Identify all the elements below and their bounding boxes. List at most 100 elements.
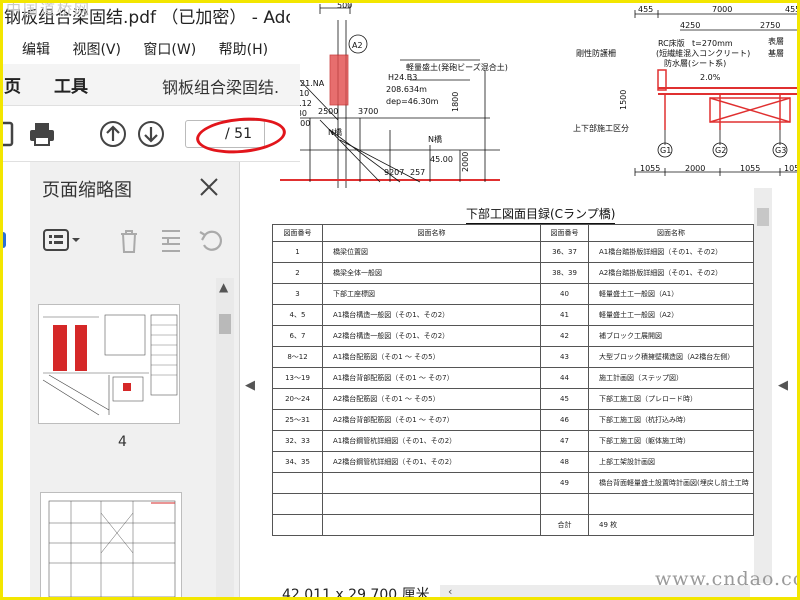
table-row: 34、35 A2橋台鋼管杭詳細図（その1、その2） 48 上部工架設計画図	[272, 451, 754, 473]
drawing-label: 500	[337, 1, 352, 10]
table-cell: A1橋台背部配筋図（その1 ～ その7）	[322, 367, 541, 389]
table-cell: 上部工架設計画図	[588, 451, 754, 473]
table-cell: 合計	[540, 514, 589, 536]
table-cell: 41	[540, 304, 589, 326]
column-header: 図面名称	[322, 224, 541, 242]
scroll-left-arrow-icon[interactable]: ‹	[448, 585, 452, 598]
drawing-label: 455	[785, 5, 800, 14]
thumbnail-options-icon[interactable]	[42, 226, 80, 256]
table-cell	[272, 514, 323, 536]
tab-document[interactable]: 钢板组合梁固结.	[162, 74, 279, 98]
drawing-label: 1055	[784, 164, 800, 173]
menu-item-window[interactable]: 窗口(W)	[143, 36, 196, 64]
table-row: 2 橋梁全体一般図 38、39 A2橋台踏掛版詳細図（その1、その2）	[272, 262, 754, 284]
tab-home[interactable]: 页	[4, 72, 21, 97]
table-cell: 3	[272, 283, 323, 305]
table-cell: 2	[272, 262, 323, 284]
table-row: 1 橋梁位置図 36、37 A1橋台踏掛版詳細図（その1、その2）	[272, 241, 754, 263]
table-cell: 大型ブロック積擁壁構造図（A2橋台左側）	[588, 346, 754, 368]
table-cell: A1橋台配筋図（その1 ～ その5）	[322, 346, 541, 368]
table-cell: 下部工施工図（躯体施工時）	[588, 430, 754, 452]
drawing-label: 9207	[384, 168, 404, 177]
table-cell: 47	[540, 430, 589, 452]
drawing-label: t=270mm	[692, 39, 733, 48]
tab-tools[interactable]: 工具	[54, 72, 88, 97]
scroll-thumb[interactable]	[757, 208, 769, 226]
drawing-label: 45.00	[430, 155, 453, 164]
drawing-label: 7000	[712, 5, 732, 14]
table-cell: 36、37	[540, 241, 589, 263]
table-cell: 20～24	[272, 388, 323, 410]
print-icon[interactable]	[27, 119, 57, 149]
table-cell: 6、7	[272, 325, 323, 347]
next-page-icon[interactable]	[136, 119, 166, 149]
sheet-title: 下部工図面目録(Cランプ橋)	[466, 205, 616, 224]
table-cell: 45	[540, 388, 589, 410]
drawing-label: 1055	[740, 164, 760, 173]
menu-item-edit[interactable]: 编辑	[22, 36, 50, 64]
table-cell: 43	[540, 346, 589, 368]
drawing-label: 剛性防護柵	[576, 48, 616, 58]
panel-indicator	[0, 232, 6, 248]
drawing-label: 3700	[358, 107, 378, 116]
page-thumbnail-4[interactable]	[38, 304, 180, 424]
table-cell: 13～19	[272, 367, 323, 389]
document-vertical-scrollbar[interactable]	[754, 188, 772, 583]
table-cell: 橋台背面軽量盛土設置時計画図(埋戻し前土工時	[588, 472, 754, 494]
table-cell: 42	[540, 325, 589, 347]
drawing-label: 257	[410, 168, 425, 177]
table-cell: A2橋台構造一般図（その1、その2）	[322, 325, 541, 347]
thumbnail-drawing	[48, 500, 176, 598]
table-cell	[322, 493, 541, 515]
drawing-label: 2000	[461, 152, 470, 172]
drawing-label: 1500	[619, 90, 628, 110]
watermark-bottom: www.cndao.com	[655, 568, 800, 590]
table-cell: 軽量盛土工一般図（A1）	[588, 283, 754, 305]
table-cell: A2橋台背部配筋図（その1 ～ その7）	[322, 409, 541, 431]
thumbnail-drawing	[42, 314, 178, 416]
page-thumbnail-5[interactable]	[40, 492, 182, 600]
table-cell	[272, 493, 323, 515]
drawing-label: 2.0%	[700, 73, 721, 82]
extract-pages-icon[interactable]	[156, 226, 186, 256]
save-icon[interactable]	[0, 119, 16, 149]
previous-page-arrow-icon[interactable]: ◀	[245, 378, 255, 393]
table-row	[272, 493, 754, 515]
table-cell: 44	[540, 367, 589, 389]
table-cell	[322, 472, 541, 494]
structural-drawing: 500 A2 H21.NA 210 3.12 3.080 1000 2500 3…	[280, 1, 800, 188]
table-cell: 46	[540, 409, 589, 431]
table-cell	[272, 472, 323, 494]
thumbnail-page-label: 4	[118, 434, 127, 450]
thumbnails-scrollbar[interactable]: ▲	[216, 278, 234, 600]
table-cell: 軽量盛土工一般図（A2）	[588, 304, 754, 326]
drawing-label: RC床版	[658, 38, 685, 48]
menu-bar: 编辑 视图(V) 窗口(W) 帮助(H)	[0, 36, 290, 64]
next-page-arrow-icon[interactable]: ◀	[778, 378, 788, 393]
table-row: 6、7 A2橋台構造一般図（その1、その2） 42 補ブロック工展開図	[272, 325, 754, 347]
delete-icon[interactable]	[114, 226, 144, 256]
close-icon[interactable]	[198, 176, 220, 198]
table-cell: 49	[540, 472, 589, 494]
scroll-up-arrow-icon[interactable]: ▲	[219, 280, 228, 294]
table-row: 8～12 A1橋台配筋図（その1 ～ その5） 43 大型ブロック積擁壁構造図（A2橋…	[272, 346, 754, 368]
previous-page-icon[interactable]	[98, 119, 128, 149]
table-cell: 49 枚	[588, 514, 754, 536]
menu-item-view[interactable]: 视图(V)	[72, 36, 121, 64]
drawing-label: dep=46.30m	[386, 97, 439, 106]
table-cell: 下部工施工図（杭打込み時）	[588, 409, 754, 431]
rotate-icon[interactable]	[196, 226, 226, 256]
table-cell: A2橋台配筋図（その1 ～ その5）	[322, 388, 541, 410]
scroll-thumb[interactable]	[219, 314, 231, 334]
table-cell: A2橋台踏掛版詳細図（その1、その2）	[588, 262, 754, 284]
drawing-label: (短繊維混入コンクリート)	[656, 48, 750, 58]
table-cell: 32、33	[272, 430, 323, 452]
table-cell	[540, 493, 589, 515]
drawing-label: 軽量盛土(発砲ビーズ混合土)	[406, 62, 508, 72]
drawing-label: 2750	[760, 21, 780, 30]
drawing-index-table: 図面番号 図面名称 図面番号 図面名称 1 橋梁位置図 36、37 A1橋台踏掛版詳細…	[272, 224, 754, 536]
table-row: 4、5 A1橋台構造一般図（その1、その2） 41 軽量盛土工一般図（A2）	[272, 304, 754, 326]
column-header: 図面番号	[540, 224, 589, 242]
table-row: 25～31 A2橋台背部配筋図（その1 ～ その7） 46 下部工施工図（杭打込み時）	[272, 409, 754, 431]
menu-item-help[interactable]: 帮助(H)	[219, 36, 268, 64]
